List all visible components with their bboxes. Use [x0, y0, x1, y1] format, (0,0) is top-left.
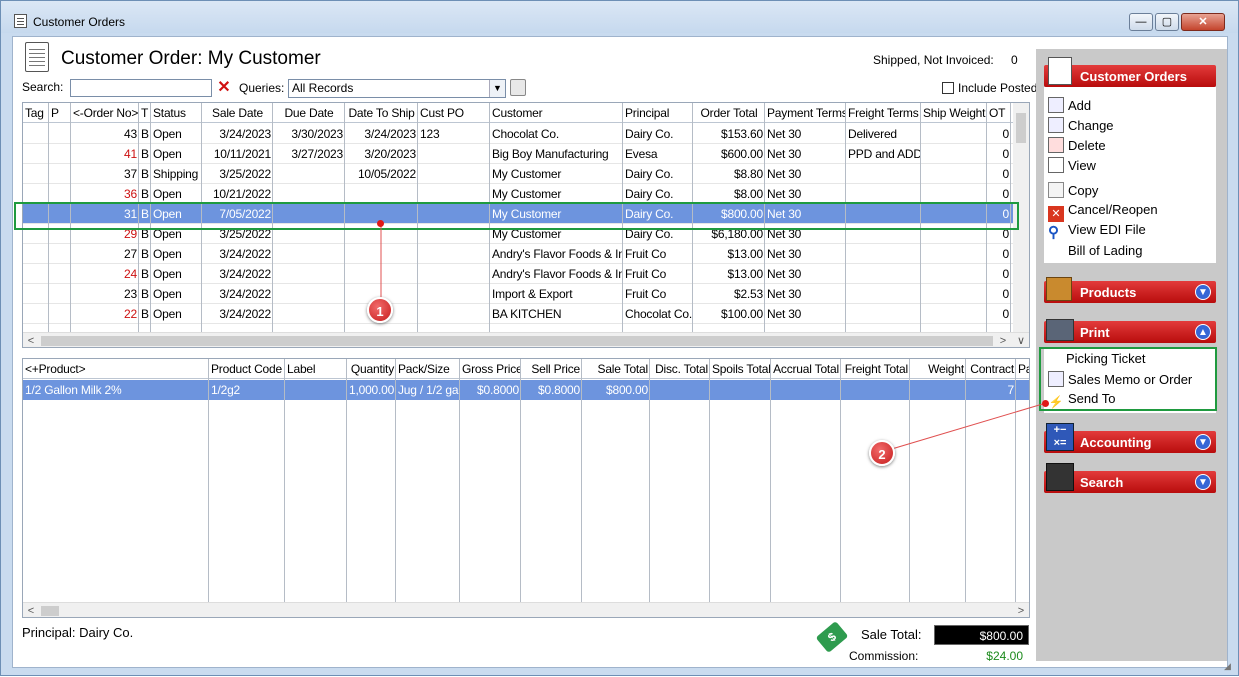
annotation-dot-1 [377, 220, 384, 227]
annotation-dot-2 [1042, 400, 1049, 407]
annotation-line-2 [884, 402, 1047, 452]
customer-orders-window: Customer Orders — ▢ ✕ Customer Order: My… [0, 0, 1239, 676]
annotation-lines [380, 223, 1047, 452]
annotation-badge-2: 2 [869, 440, 895, 466]
annotation-badge-1: 1 [367, 297, 393, 323]
